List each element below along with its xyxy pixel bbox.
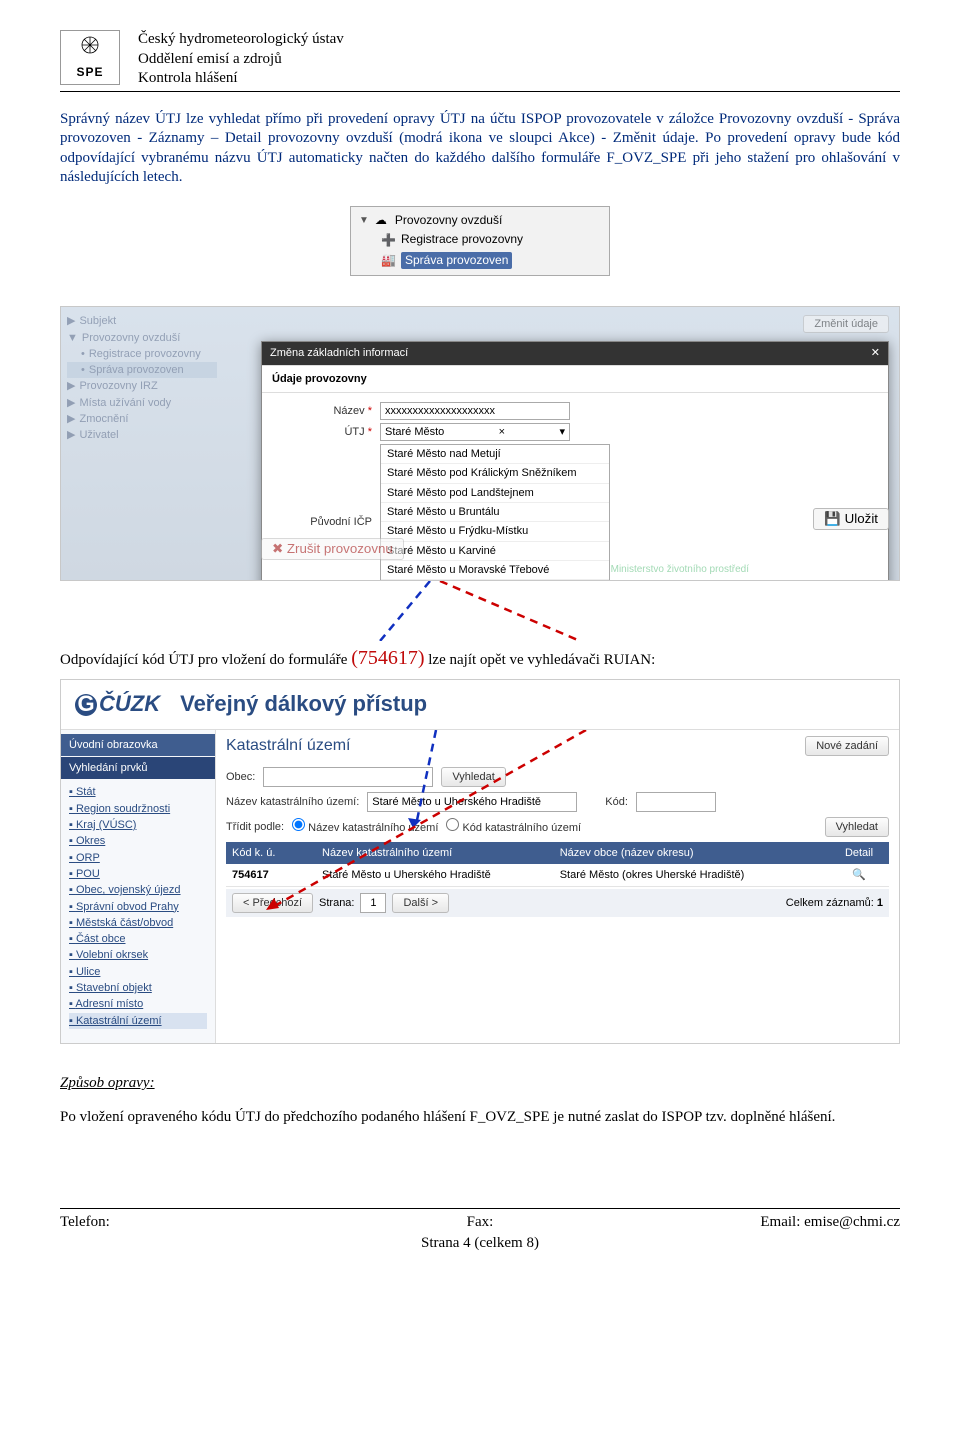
side-link[interactable]: Adresní místo [69, 996, 207, 1012]
table-row: 754617 Staré Město u Uherského Hradiště … [226, 864, 889, 887]
menu-screenshot: ▼ ☁ Provozovny ovzduší ➕ Registrace prov… [350, 206, 610, 277]
utj-combobox[interactable]: Staré Město × ▾ [380, 423, 570, 441]
side-link[interactable]: Region soudržnosti [69, 801, 207, 817]
header-line-2: Oddělení emisí a zdrojů [138, 50, 344, 70]
tab-home[interactable]: Úvodní obrazovka [61, 734, 215, 756]
kod-input[interactable] [636, 792, 716, 812]
code-paragraph: Odpovídající kód ÚTJ pro vložení do form… [60, 645, 900, 671]
side-link[interactable]: Správní obvod Prahy [69, 899, 207, 915]
side-link[interactable]: Okres [69, 833, 207, 849]
side-link[interactable]: Městská část/obvod [69, 915, 207, 931]
side-link[interactable]: POU [69, 866, 207, 882]
menu-item-register[interactable]: Registrace provozovny [401, 232, 523, 248]
guide-arrows [60, 581, 900, 641]
cuzk-sidebar: Úvodní obrazovka Vyhledání prvků Stát Re… [61, 730, 216, 1043]
results-header: Kód k. ú. Název katastrálního území Náze… [226, 842, 889, 864]
page-footer: Telefon: Fax: Email: emise@chmi.cz [60, 1208, 900, 1233]
main-heading: Katastrální území [226, 736, 889, 757]
new-search-button[interactable]: Nové zadání [805, 736, 889, 756]
chevron-down-icon[interactable]: ▾ [559, 425, 565, 439]
nku-input[interactable] [367, 792, 577, 812]
footer-tel: Telefon: [60, 1213, 110, 1233]
side-link[interactable]: Ulice [69, 964, 207, 980]
cloud-icon: ☁ [375, 213, 389, 227]
header-line-1: Český hydrometeorologický ústav [138, 30, 344, 50]
side-link[interactable]: Kraj (VÚSC) [69, 817, 207, 833]
menu-root-label: Provozovny ovzduší [395, 213, 502, 229]
change-data-button[interactable]: Změnit údaje [803, 315, 889, 333]
spe-logo: SPE [60, 30, 120, 85]
search-button[interactable]: Vyhledat [825, 817, 889, 837]
side-link[interactable]: Obec, vojenský újezd [69, 882, 207, 898]
result-code: 754617 [226, 864, 316, 886]
side-link[interactable]: Volební okrsek [69, 947, 207, 963]
pager-prev[interactable]: < Předchozí [232, 893, 313, 913]
side-link[interactable]: Katastrální území [69, 1013, 207, 1029]
page-number: Strana 4 (celkem 8) [60, 1234, 900, 1254]
intro-paragraph: Správný název ÚTJ lze vyhledat přímo při… [60, 110, 900, 188]
side-link[interactable]: Část obce [69, 931, 207, 947]
section-title: Údaje provozovny [262, 365, 888, 392]
document-header: SPE Český hydrometeorologický ústav Oddě… [60, 30, 900, 92]
side-link[interactable]: Stát [69, 784, 207, 800]
pager-page-input[interactable] [360, 893, 386, 913]
cuzk-logo: G ČÚZK [75, 690, 160, 719]
tab-search[interactable]: Vyhledání prvků [61, 757, 215, 779]
side-link[interactable]: Stavební objekt [69, 980, 207, 996]
ispop-modal-screenshot: ▶ Subjekt ▼ Provozovny ovzduší • Registr… [60, 306, 900, 581]
correction-heading: Způsob opravy: [60, 1074, 900, 1094]
manage-icon: 🏭 [381, 253, 395, 267]
pager: < Předchozí Strana: Další > Celkem zázna… [226, 889, 889, 917]
detail-icon[interactable]: 🔍 [829, 864, 889, 886]
pager-next[interactable]: Další > [392, 893, 449, 913]
register-icon: ➕ [381, 233, 395, 247]
menu-item-manage[interactable]: Správa provozoven [401, 252, 512, 270]
final-paragraph: Po vložení opraveného kódu ÚTJ do předch… [60, 1108, 900, 1128]
cancel-provozovna-button[interactable]: ✖ Zrušit provozovnu [261, 538, 404, 560]
footer-email: emise@chmi.cz [804, 1214, 900, 1230]
close-icon[interactable]: ✕ [871, 346, 880, 360]
footer-fax: Fax: [467, 1214, 494, 1230]
header-line-3: Kontrola hlášení [138, 69, 344, 89]
clear-icon[interactable]: × [499, 425, 505, 439]
utj-dropdown[interactable]: Staré Město nad Metují Staré Město pod K… [380, 444, 610, 581]
side-link[interactable]: ORP [69, 850, 207, 866]
sort-radio-name[interactable]: Název katastrálního území [292, 818, 438, 835]
vdp-title: Veřejný dálkový přístup [180, 690, 427, 719]
obec-input[interactable] [263, 767, 433, 787]
modal-title: Změna základních informací [270, 346, 408, 360]
name-input[interactable] [380, 402, 570, 420]
utj-code: (754617) [351, 647, 424, 669]
search-obec-button[interactable]: Vyhledat [441, 767, 505, 787]
save-button[interactable]: 💾 Uložit [813, 508, 889, 530]
cuzk-screenshot: G ČÚZK Veřejný dálkový přístup Úvodní ob… [60, 679, 900, 1044]
sort-radio-code[interactable]: Kód katastrálního území [446, 818, 581, 835]
